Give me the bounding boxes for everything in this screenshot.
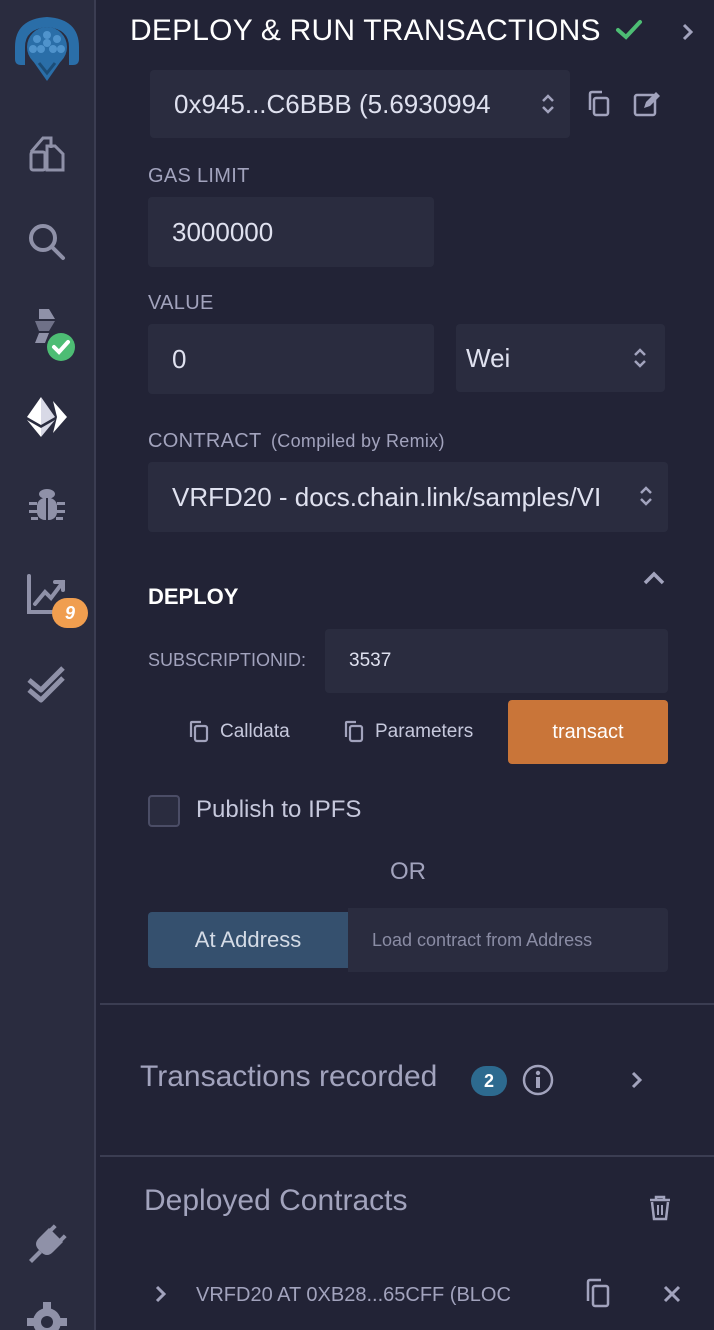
copy-address-icon[interactable] xyxy=(584,1278,612,1310)
icon-rail: 9 xyxy=(0,0,96,1330)
contract-sublabel: (Compiled by Remix) xyxy=(271,431,445,451)
edit-icon[interactable] xyxy=(632,90,662,118)
value-input[interactable]: 0 xyxy=(148,324,434,394)
at-address-button[interactable]: At Address xyxy=(148,912,348,968)
copy-account-icon[interactable] xyxy=(586,90,612,118)
calldata-link[interactable]: Calldata xyxy=(188,720,290,744)
remix-logo-icon[interactable] xyxy=(0,6,94,92)
close-icon[interactable] xyxy=(662,1284,682,1304)
deployed-contract-label: VRFD20 AT 0XB28...65CFF (BLOC xyxy=(196,1284,511,1306)
chevron-right-icon[interactable] xyxy=(630,1070,644,1090)
chevron-right-icon[interactable] xyxy=(154,1284,168,1304)
value-unit-select[interactable]: Wei xyxy=(456,324,665,392)
settings-gear-icon[interactable] xyxy=(0,1300,94,1330)
check-icon xyxy=(616,20,643,40)
select-arrows-icon xyxy=(634,348,646,368)
deploy-run-icon[interactable] xyxy=(0,392,94,442)
publish-ipfs-checkbox[interactable] xyxy=(148,795,180,827)
transact-button[interactable]: transact xyxy=(508,700,668,764)
analysis-badge: 9 xyxy=(52,598,88,628)
deploy-title: DEPLOY xyxy=(148,584,239,609)
value-label: VALUE xyxy=(148,292,214,314)
file-explorer-icon[interactable] xyxy=(0,130,94,178)
subscription-id-value: 3537 xyxy=(349,650,392,671)
divider xyxy=(100,1003,714,1005)
tests-check-icon[interactable] xyxy=(0,658,94,706)
load-address-input[interactable]: Load contract from Address xyxy=(348,908,668,972)
divider xyxy=(100,1155,714,1157)
value-amount: 0 xyxy=(172,343,187,374)
solidity-compiler-icon[interactable] xyxy=(0,302,94,364)
debugger-icon[interactable] xyxy=(0,480,94,528)
chevron-right-icon[interactable] xyxy=(680,22,696,42)
parameters-label: Parameters xyxy=(375,721,474,742)
deploy-run-panel: DEPLOY & RUN TRANSACTIONS 0x945...C6BBB … xyxy=(98,0,714,1330)
deployed-contract-item[interactable]: VRFD20 AT 0XB28...65CFF (BLOC xyxy=(98,1270,714,1320)
gas-limit-value: 3000000 xyxy=(172,216,274,247)
subscription-id-label: SUBSCRIPTIONID: xyxy=(148,650,307,670)
publish-ipfs-label: Publish to IPFS xyxy=(196,796,362,823)
plugin-manager-icon[interactable] xyxy=(0,1218,94,1270)
account-select[interactable]: 0x945...C6BBB (5.6930994 xyxy=(150,70,570,138)
gas-limit-label: GAS LIMIT xyxy=(148,165,250,187)
copy-calldata-icon xyxy=(189,720,209,743)
chevron-up-icon[interactable] xyxy=(642,570,666,586)
account-value: 0x945...C6BBB (5.6930994 xyxy=(174,88,491,119)
contract-label-text: CONTRACT xyxy=(148,430,262,452)
select-arrows-icon xyxy=(640,486,652,506)
info-icon[interactable] xyxy=(522,1064,554,1096)
parameters-link[interactable]: Parameters xyxy=(343,720,473,744)
contract-selected: VRFD20 - docs.chain.link/samples/VI xyxy=(172,481,602,512)
trash-icon[interactable] xyxy=(648,1194,672,1222)
deployed-contracts-title: Deployed Contracts xyxy=(144,1184,408,1217)
search-icon[interactable] xyxy=(0,218,94,266)
contract-select[interactable]: VRFD20 - docs.chain.link/samples/VI xyxy=(148,462,668,532)
select-arrows-icon xyxy=(542,94,554,114)
transactions-count-badge: 2 xyxy=(471,1066,507,1096)
or-separator: OR xyxy=(390,858,426,885)
transactions-recorded-label[interactable]: Transactions recorded xyxy=(140,1060,437,1094)
value-unit: Wei xyxy=(466,342,511,373)
page-title: DEPLOY & RUN TRANSACTIONS xyxy=(130,14,601,47)
subscription-id-input[interactable]: 3537 xyxy=(325,629,668,693)
copy-parameters-icon xyxy=(344,720,364,743)
gas-limit-input[interactable]: 3000000 xyxy=(148,197,434,267)
contract-label: CONTRACT (Compiled by Remix) xyxy=(148,430,445,453)
panel-header: DEPLOY & RUN TRANSACTIONS xyxy=(130,14,643,48)
calldata-label: Calldata xyxy=(220,721,290,742)
